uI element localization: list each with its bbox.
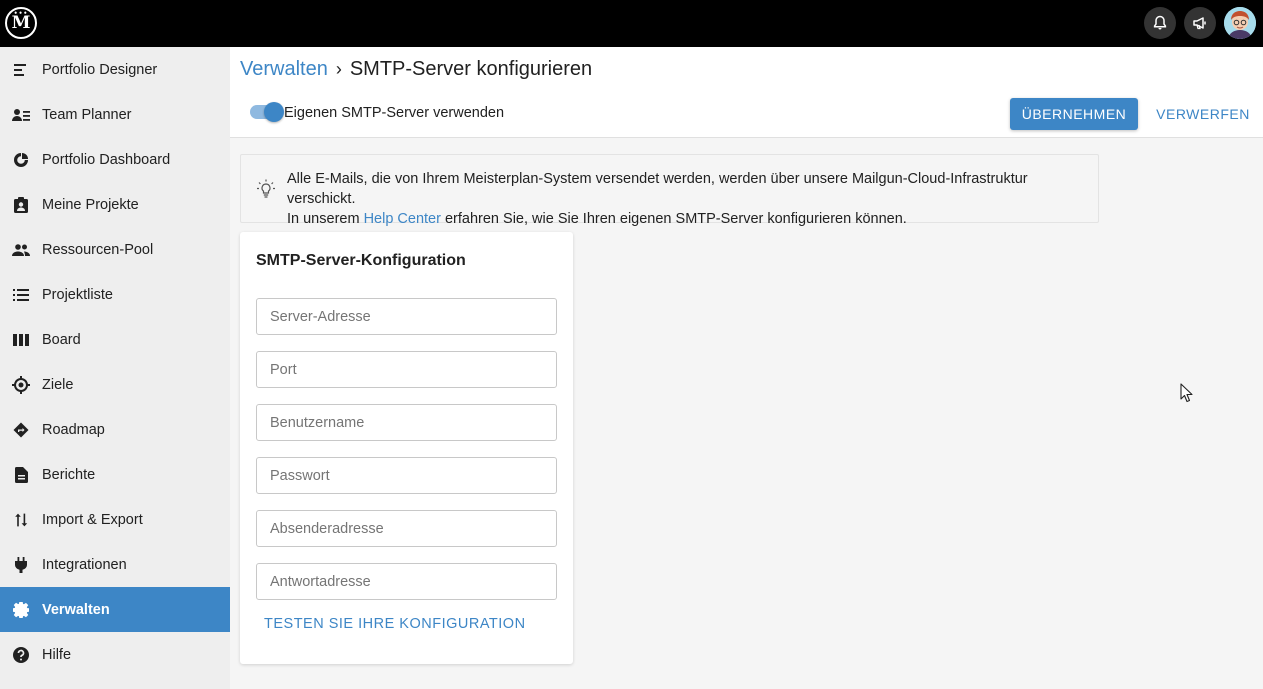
sidebar-item-help[interactable]: Hilfe bbox=[0, 632, 230, 677]
sidebar-item-label: Portfolio Designer bbox=[42, 61, 158, 78]
my-projects-icon bbox=[12, 196, 30, 214]
sidebar-item-manage[interactable]: Verwalten bbox=[0, 587, 230, 632]
sidebar-item-import-export[interactable]: Import & Export bbox=[0, 497, 230, 542]
avatar[interactable] bbox=[1224, 7, 1256, 39]
sidebar-item-label: Ressourcen-Pool bbox=[42, 241, 154, 258]
report-icon bbox=[12, 466, 30, 484]
sidebar-item-label: Board bbox=[42, 331, 81, 348]
sidebar-item-resource-pool[interactable]: Ressourcen-Pool bbox=[0, 227, 230, 272]
password-input[interactable] bbox=[256, 457, 557, 494]
reply-address-input[interactable] bbox=[256, 563, 557, 600]
sidebar-item-project-list[interactable]: Projektliste bbox=[0, 272, 230, 317]
info-line-2-suffix: erfahren Sie, wie Sie Ihren eigenen SMTP… bbox=[440, 211, 907, 227]
sidebar-item-label: Ziele bbox=[42, 376, 74, 393]
announcements-button[interactable] bbox=[1184, 7, 1216, 39]
smtp-toggle[interactable] bbox=[250, 102, 284, 122]
breadcrumb-separator: › bbox=[335, 59, 342, 79]
sidebar-item-team-planner[interactable]: Team Planner bbox=[0, 92, 230, 137]
sidebar-item-roadmap[interactable]: Roadmap bbox=[0, 407, 230, 452]
sidebar: Portfolio Designer Team Planner Portfoli… bbox=[0, 47, 230, 689]
sidebar-item-integrations[interactable]: Integrationen bbox=[0, 542, 230, 587]
breadcrumb: Verwalten › SMTP-Server konfigurieren bbox=[240, 58, 592, 81]
info-text: Alle E-Mails, die von Ihrem Meisterplan-… bbox=[287, 169, 1098, 229]
sidebar-item-label: Meine Projekte bbox=[42, 196, 139, 213]
board-icon bbox=[12, 331, 30, 349]
sidebar-item-label: Team Planner bbox=[42, 106, 132, 123]
plug-icon bbox=[12, 556, 30, 574]
smtp-config-card: SMTP-Server-Konfiguration TESTEN SIE IHR… bbox=[240, 232, 573, 664]
sidebar-item-label: Berichte bbox=[42, 466, 96, 483]
lightbulb-icon bbox=[257, 179, 275, 204]
sidebar-item-portfolio-designer[interactable]: Portfolio Designer bbox=[0, 47, 230, 92]
import-export-icon bbox=[12, 511, 30, 529]
info-line-2-prefix: In unserem bbox=[287, 211, 364, 227]
roadmap-icon bbox=[12, 421, 30, 439]
server-address-input[interactable] bbox=[256, 298, 557, 335]
username-input[interactable] bbox=[256, 404, 557, 441]
target-icon bbox=[12, 375, 30, 394]
bell-icon bbox=[1153, 15, 1167, 30]
meisterplan-logo[interactable]: M bbox=[5, 7, 37, 39]
test-configuration-button[interactable]: TESTEN SIE IHRE KONFIGURATION bbox=[264, 616, 526, 632]
sidebar-item-label: Verwalten bbox=[42, 601, 110, 618]
card-title: SMTP-Server-Konfiguration bbox=[256, 252, 466, 269]
info-line-1: Alle E-Mails, die von Ihrem Meisterplan-… bbox=[287, 171, 1028, 207]
sidebar-item-label: Hilfe bbox=[42, 646, 72, 663]
sidebar-item-reports[interactable]: Berichte bbox=[0, 452, 230, 497]
smtp-toggle-label: Eigenen SMTP-Server verwenden bbox=[284, 105, 505, 121]
sidebar-item-label: Portfolio Dashboard bbox=[42, 151, 171, 168]
apply-button[interactable]: ÜBERNEHMEN bbox=[1010, 98, 1138, 130]
page-header: Verwalten › SMTP-Server konfigurieren Ei… bbox=[230, 47, 1263, 138]
team-planner-icon bbox=[12, 106, 30, 124]
list-icon bbox=[12, 286, 30, 304]
breadcrumb-link-manage[interactable]: Verwalten bbox=[240, 58, 328, 81]
sidebar-item-label: Integrationen bbox=[42, 556, 127, 573]
dashboard-icon bbox=[12, 151, 30, 169]
toggle-knob bbox=[264, 102, 284, 122]
sidebar-item-label: Roadmap bbox=[42, 421, 105, 438]
discard-button[interactable]: VERWERFEN bbox=[1154, 98, 1252, 130]
sidebar-item-my-projects[interactable]: Meine Projekte bbox=[0, 182, 230, 227]
sidebar-item-label: Import & Export bbox=[42, 511, 143, 528]
mouse-cursor-icon bbox=[1180, 383, 1194, 408]
sidebar-item-label: Projektliste bbox=[42, 286, 113, 303]
info-line-2: In unserem Help Center erfahren Sie, wie… bbox=[287, 209, 1098, 229]
sender-address-input[interactable] bbox=[256, 510, 557, 547]
people-icon bbox=[12, 241, 30, 259]
gear-icon bbox=[12, 601, 30, 619]
top-bar: M bbox=[0, 0, 1263, 47]
sidebar-item-board[interactable]: Board bbox=[0, 317, 230, 362]
megaphone-icon bbox=[1193, 17, 1206, 30]
help-center-link[interactable]: Help Center bbox=[364, 211, 441, 227]
help-icon bbox=[12, 646, 30, 664]
portfolio-designer-icon bbox=[12, 61, 30, 79]
info-box: Alle E-Mails, die von Ihrem Meisterplan-… bbox=[240, 154, 1099, 227]
port-input[interactable] bbox=[256, 351, 557, 388]
sidebar-item-goals[interactable]: Ziele bbox=[0, 362, 230, 407]
sidebar-item-portfolio-dashboard[interactable]: Portfolio Dashboard bbox=[0, 137, 230, 182]
page-title: SMTP-Server konfigurieren bbox=[349, 58, 593, 80]
notifications-button[interactable] bbox=[1144, 7, 1176, 39]
